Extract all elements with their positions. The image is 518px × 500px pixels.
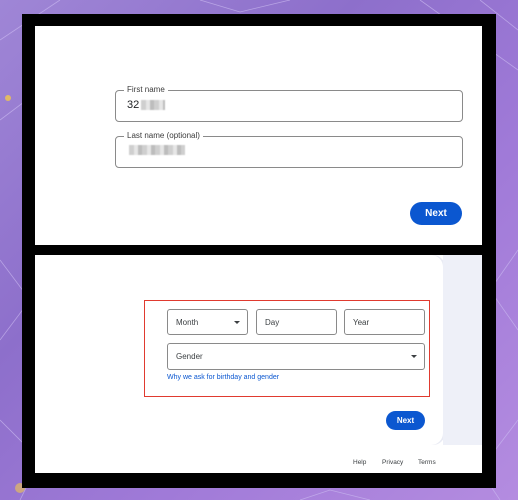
first-name-label: First name — [124, 84, 168, 96]
name-panel: First name 32 Last name (optional) Next — [35, 26, 482, 245]
last-name-field[interactable]: Last name (optional) — [115, 130, 463, 168]
next-button[interactable]: Next — [410, 202, 462, 225]
next-button[interactable]: Next — [386, 411, 425, 430]
year-placeholder: Year — [353, 317, 370, 327]
footer-privacy-link[interactable]: Privacy — [382, 459, 403, 466]
gender-select[interactable]: Gender — [167, 343, 425, 370]
footer-terms-link[interactable]: Terms — [418, 459, 436, 466]
day-placeholder: Day — [265, 317, 280, 327]
day-field[interactable]: Day — [256, 309, 337, 335]
month-select[interactable]: Month — [167, 309, 248, 335]
first-name-field[interactable]: First name 32 — [115, 84, 463, 122]
redacted-blur — [141, 100, 166, 110]
year-field[interactable]: Year — [344, 309, 425, 335]
gender-placeholder: Gender — [176, 352, 203, 361]
month-placeholder: Month — [176, 317, 199, 327]
why-birthday-gender-link[interactable]: Why we ask for birthday and gender — [167, 374, 279, 381]
dropdown-arrow-icon — [411, 355, 417, 358]
card-shadow — [443, 255, 482, 445]
first-name-value: 32 — [127, 99, 140, 111]
last-name-label: Last name (optional) — [124, 130, 203, 142]
footer-help-link[interactable]: Help — [353, 459, 366, 466]
birthday-panel: Month Day Year Gender Why we ask for bir… — [35, 255, 482, 473]
dropdown-arrow-icon — [234, 321, 240, 324]
redacted-blur — [129, 145, 185, 155]
